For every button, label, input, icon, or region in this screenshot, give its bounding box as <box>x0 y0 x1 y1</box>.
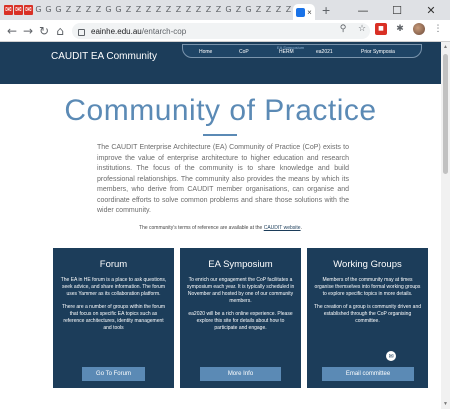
tab-favicon-icon[interactable]: Z <box>254 5 263 15</box>
card-paragraph: To enrich our engagement the CoP facilit… <box>186 277 295 304</box>
tab-favicon-icon[interactable]: G <box>224 5 233 15</box>
card-paragraph: The creation of a group is community dri… <box>314 304 421 324</box>
tab-favicon-icon[interactable]: Z <box>234 5 243 15</box>
close-window-button[interactable]: ✕ <box>414 0 448 20</box>
tab-favicon-icon[interactable]: G <box>104 5 113 15</box>
nav-herm[interactable]: HERM <box>279 49 294 55</box>
reload-icon[interactable]: ↻ <box>36 24 52 38</box>
ea-symposium-card: EA Symposium To enrich our engagement th… <box>180 248 301 388</box>
chat-glyph: ✉ <box>388 352 394 360</box>
tab-favicon-icon[interactable]: G <box>54 5 63 15</box>
card-body: Members of the community may at times or… <box>313 277 422 331</box>
site-header: CAUDIT EA Community Home CoP EA Symposiu… <box>0 42 441 84</box>
terms-note: The community’s terms of reference are a… <box>0 225 441 231</box>
web-page: CAUDIT EA Community Home CoP EA Symposiu… <box>0 42 441 409</box>
tab-favicon-icon[interactable]: Z <box>214 5 223 15</box>
puzzle-extensions-icon[interactable]: ✱ <box>394 23 406 35</box>
profile-avatar[interactable] <box>413 23 425 35</box>
page-scrollbar[interactable]: ▲ ▼ <box>441 42 450 409</box>
caudit-website-link[interactable]: CAUDIT website <box>264 225 301 231</box>
go-to-forum-button[interactable]: Go To Forum <box>82 367 145 381</box>
card-paragraph: ea2020 will be a rich online experience.… <box>188 311 293 331</box>
tab-favicon-icon[interactable]: G <box>44 5 53 15</box>
card-paragraph: Members of the community may at times or… <box>314 277 421 297</box>
card-body: The EA in HE forum is a place to ask que… <box>59 277 168 338</box>
more-info-button[interactable]: More Info <box>200 367 281 381</box>
url-field[interactable]: eainhe.edu.au/entarch-cop <box>72 23 370 39</box>
title-divider <box>203 134 237 136</box>
tab-favicons[interactable]: ✉ ✉ ✉ G G G Z Z Z Z G G Z Z Z Z Z Z Z Z Z Z G Z G Z Z Z Z <box>0 5 293 15</box>
extension-icon[interactable]: ■ <box>375 23 387 35</box>
chat-bubble-icon[interactable]: ✉ <box>385 350 397 362</box>
tab-favicon-icon[interactable]: Z <box>284 5 293 15</box>
nav-ea2021[interactable]: ea2021 <box>316 49 333 55</box>
card-title: EA Symposium <box>208 259 273 270</box>
card-title: Forum <box>99 259 128 270</box>
tab-favicon-icon[interactable]: Z <box>144 5 153 15</box>
back-icon[interactable]: ← <box>4 24 20 38</box>
page-title: Community of Practice <box>64 94 377 127</box>
tab-favicon-icon[interactable]: Z <box>124 5 133 15</box>
terms-text: The community’s terms of reference are a… <box>139 225 263 231</box>
bookmark-star-icon[interactable]: ☆ <box>356 23 368 35</box>
url-path: /entarch-cop <box>141 26 187 36</box>
working-groups-card: Working Groups Members of the community … <box>307 248 428 388</box>
card-title: Working Groups <box>333 259 402 270</box>
zoom-icon[interactable]: ⚲ <box>337 23 349 35</box>
new-tab-button[interactable]: + <box>322 2 330 18</box>
favicon-icon <box>296 7 306 17</box>
home-icon[interactable]: ⌂ <box>52 24 68 38</box>
forward-icon[interactable]: → <box>20 24 36 38</box>
tab-favicon-icon[interactable]: G <box>114 5 123 15</box>
card-body: To enrich our engagement the CoP facilit… <box>186 277 295 338</box>
lock-icon <box>78 28 85 36</box>
url-host: eainhe.edu.au <box>91 26 142 36</box>
tab-favicon-icon[interactable]: Z <box>64 5 73 15</box>
tab-favicon-icon[interactable]: Z <box>184 5 193 15</box>
tab-favicon-icon[interactable]: G <box>34 5 43 15</box>
card-paragraph: The EA in HE forum is a place to ask que… <box>60 277 167 297</box>
address-toolbar: ← → ↻ ⌂ eainhe.edu.au/entarch-cop ⚲ ☆ ■ … <box>0 20 450 42</box>
main-nav: Home CoP EA Symposium HERM ea2021 Prior … <box>182 44 422 58</box>
nav-cop[interactable]: CoP <box>239 49 249 55</box>
scroll-up-arrow-icon[interactable]: ▲ <box>442 44 449 50</box>
forum-card: Forum The EA in HE forum is a place to a… <box>53 248 174 388</box>
tab-favicon-icon[interactable]: Z <box>194 5 203 15</box>
card-paragraph: There are a number of groups within the … <box>61 304 166 331</box>
tab-favicon-icon[interactable]: Z <box>134 5 143 15</box>
scrollbar-thumb[interactable] <box>443 54 448 174</box>
active-tab[interactable]: × <box>293 4 315 20</box>
tab-favicon-icon[interactable]: Z <box>204 5 213 15</box>
terms-period: . <box>300 225 302 231</box>
tab-favicon-icon[interactable]: Z <box>274 5 283 15</box>
tab-favicon-icon[interactable]: Z <box>84 5 93 15</box>
nav-home[interactable]: Home <box>199 49 212 55</box>
tab-favicon-icon[interactable]: ✉ <box>24 5 33 15</box>
tab-favicon-icon[interactable]: Z <box>74 5 83 15</box>
tab-favicon-icon[interactable]: Z <box>94 5 103 15</box>
minimize-button[interactable]: — <box>346 0 380 20</box>
intro-paragraph: The CAUDIT Enterprise Architecture (EA) … <box>97 144 349 214</box>
tab-favicon-icon[interactable]: Z <box>164 5 173 15</box>
email-committee-button[interactable]: Email committee <box>322 367 414 381</box>
nav-prior-symposia[interactable]: Prior Symposia <box>361 49 395 55</box>
tab-favicon-icon[interactable]: Z <box>154 5 163 15</box>
scroll-down-arrow-icon[interactable]: ▼ <box>442 401 449 407</box>
close-tab-icon[interactable]: × <box>307 8 312 17</box>
tab-favicon-icon[interactable]: ✉ <box>4 5 13 15</box>
maximize-button[interactable]: ☐ <box>380 0 414 20</box>
tab-favicon-icon[interactable]: Z <box>174 5 183 15</box>
browser-tab-strip: ✉ ✉ ✉ G G G Z Z Z Z G G Z Z Z Z Z Z Z Z Z Z G Z G Z Z Z Z × + — ☐ ✕ <box>0 0 450 20</box>
tab-favicon-icon[interactable]: G <box>244 5 253 15</box>
tab-favicon-icon[interactable]: Z <box>264 5 273 15</box>
site-brand[interactable]: CAUDIT EA Community <box>51 51 157 62</box>
tab-favicon-icon[interactable]: ✉ <box>14 5 23 15</box>
kebab-menu-icon[interactable]: ⋮ <box>432 23 444 35</box>
